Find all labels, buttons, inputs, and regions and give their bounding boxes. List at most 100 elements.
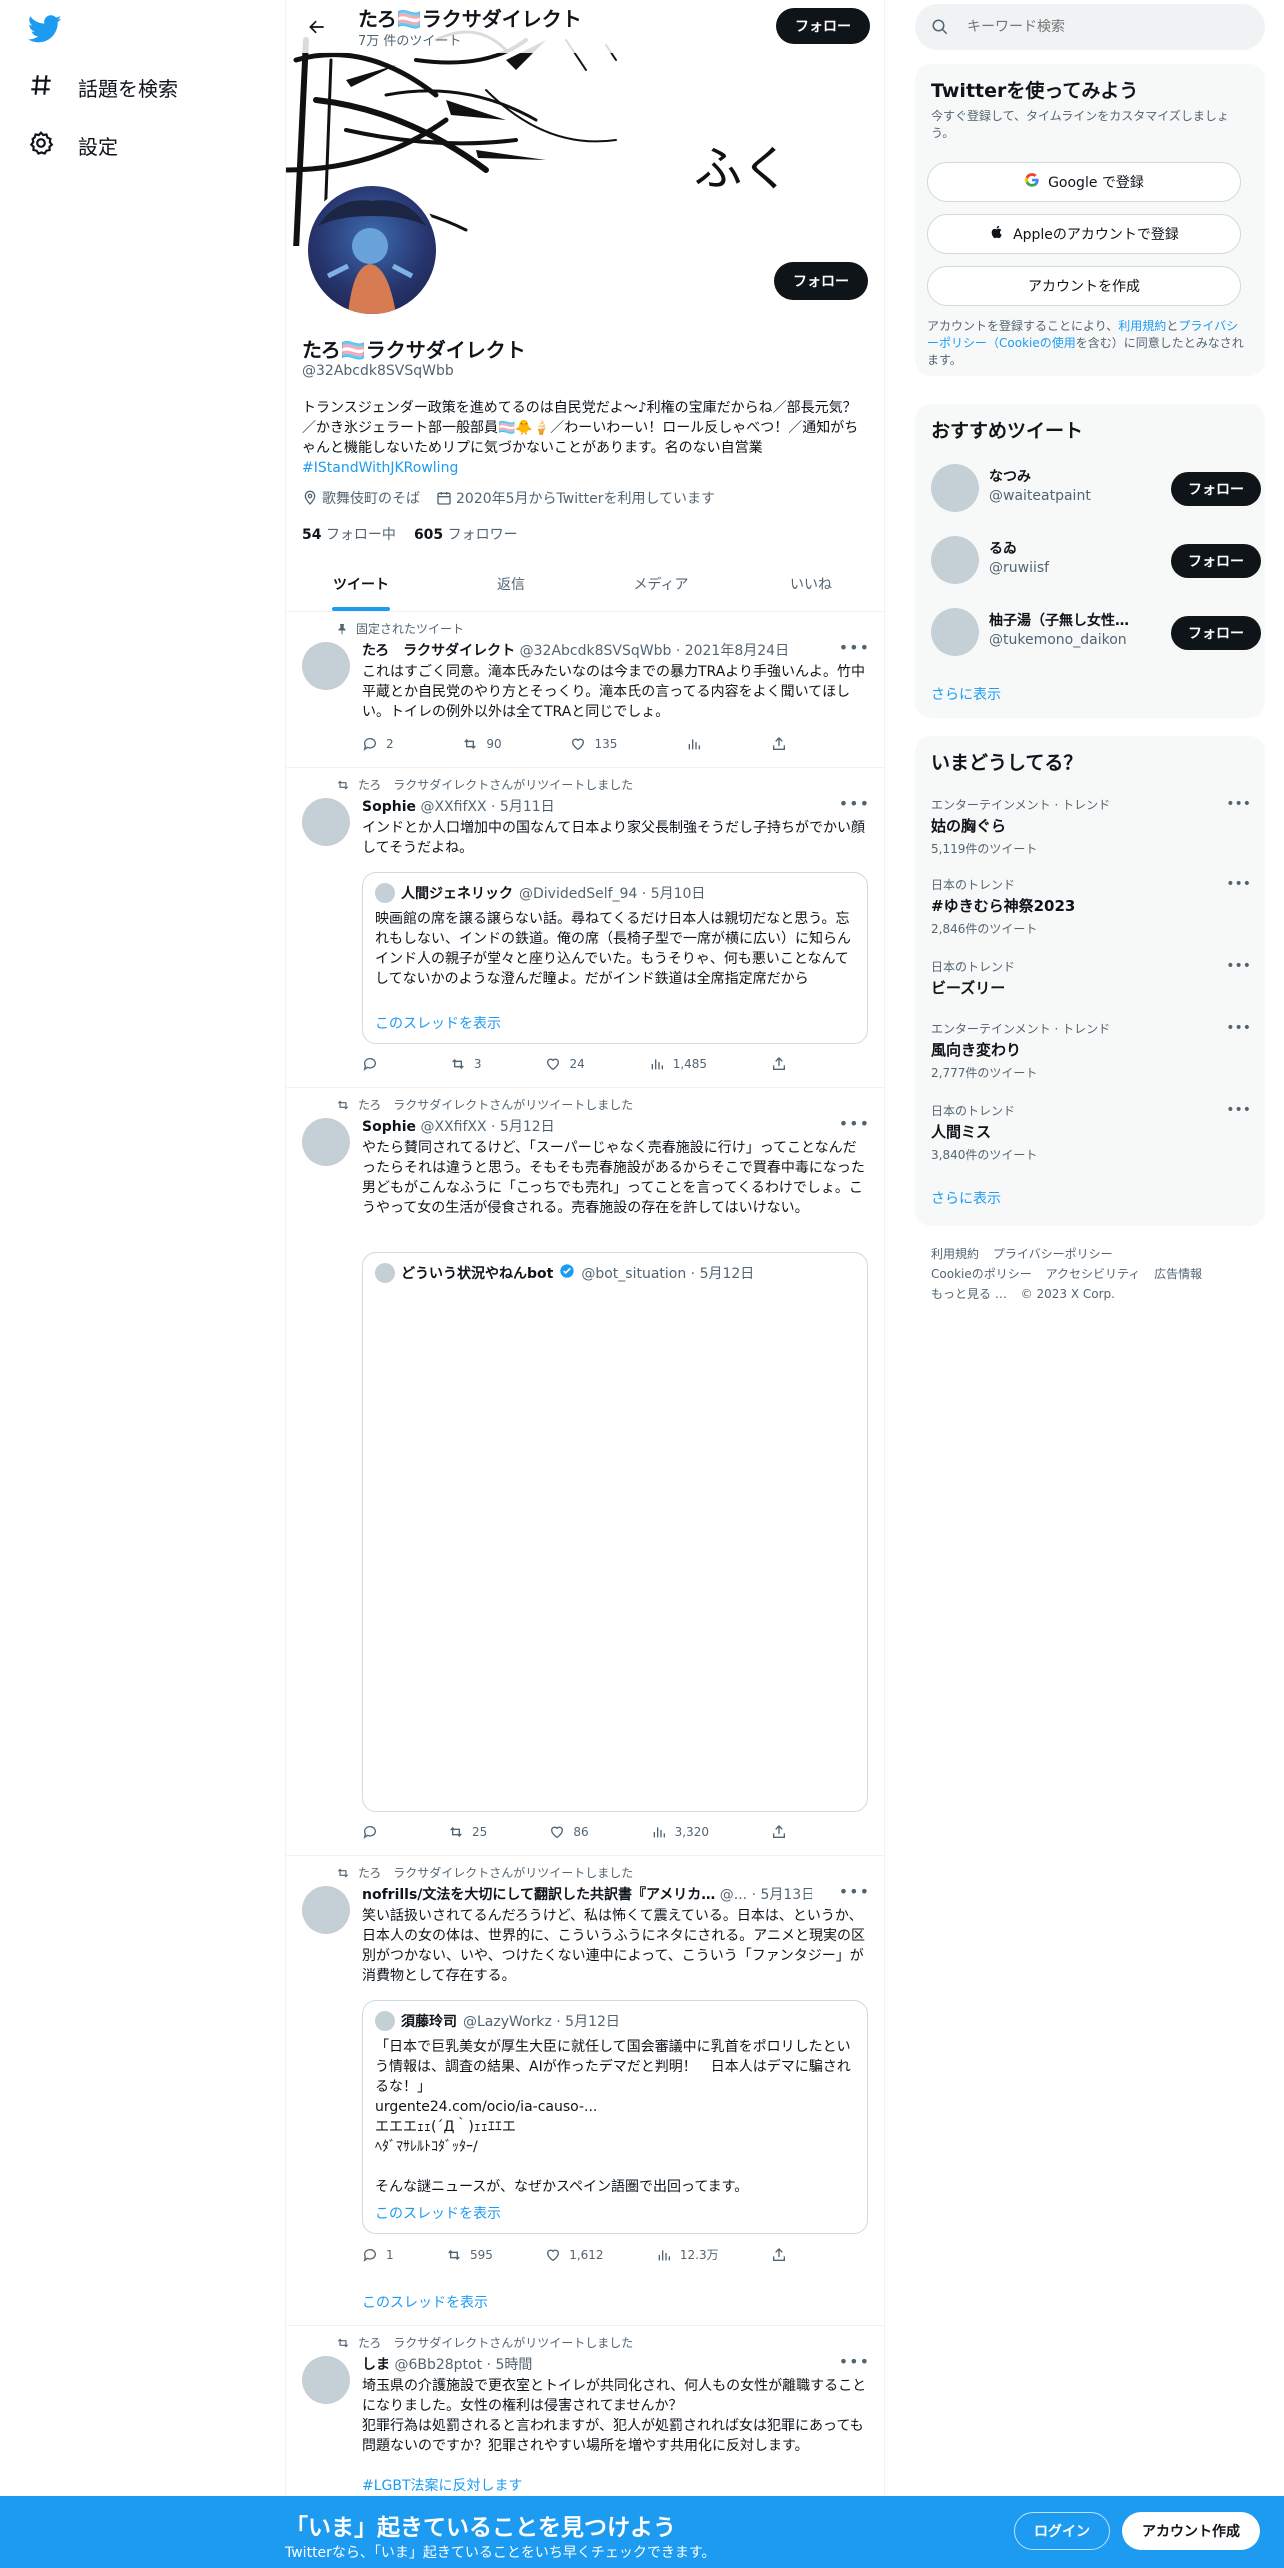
signup-button[interactable]: アカウント作成 <box>1122 2512 1260 2550</box>
quoted-show-thread-link[interactable]: このスレッドを表示 <box>375 1013 501 1033</box>
reply-button[interactable] <box>362 1824 386 1840</box>
recommended-user[interactable]: なつみ @waiteatpaint フォロー <box>931 460 1261 516</box>
recommended-avatar[interactable] <box>931 608 979 656</box>
more-options-icon[interactable]: ••• <box>839 794 870 813</box>
tweet-author-handle[interactable]: @XXfifXX <box>420 799 486 815</box>
header-follow-button[interactable]: フォロー <box>776 8 870 44</box>
like-button[interactable]: 135 <box>570 736 617 752</box>
footer-ads-link[interactable]: 広告情報 <box>1154 1267 1202 1281</box>
tweet-date[interactable]: · 2021年8月24日 <box>676 643 789 659</box>
tweet-date[interactable]: · 5月13日 <box>752 1887 812 1903</box>
tweet-avatar[interactable] <box>302 798 350 846</box>
tweet-author-name[interactable]: Sophie <box>362 799 416 815</box>
quoted-link[interactable]: urgente24.com/ocio/ia-causo-... <box>375 2097 857 2117</box>
twitter-logo-icon[interactable] <box>27 12 62 46</box>
footer-accessibility-link[interactable]: アクセシビリティ <box>1046 1267 1141 1281</box>
recommended-user[interactable]: るゐ @ruwiisf フォロー <box>931 532 1261 588</box>
recommended-follow-button[interactable]: フォロー <box>1171 544 1261 578</box>
recommended-user[interactable]: 柚子湯（子無し女性… @tukemono_daikon フォロー <box>931 604 1261 660</box>
retweet-button[interactable]: 25 <box>448 1824 487 1840</box>
search-box[interactable] <box>915 4 1265 50</box>
views-button[interactable]: 3,320 <box>651 1824 709 1840</box>
search-input[interactable] <box>967 19 1227 35</box>
bio-hashtag-link[interactable]: #IStandWithJKRowling <box>302 460 458 476</box>
tweet-author-name[interactable]: Sophie <box>362 1119 416 1135</box>
tab-replies[interactable]: 返信 <box>436 556 586 611</box>
footer-privacy-link[interactable]: プライバシーポリシー <box>993 1247 1113 1261</box>
tweet-hashtag-link[interactable]: #LGBT法案に反対します <box>362 2476 870 2496</box>
quoted-show-thread-link[interactable]: このスレッドを表示 <box>375 2203 501 2223</box>
tab-likes[interactable]: いいね <box>736 556 884 611</box>
retweet-button[interactable]: 3 <box>450 1056 482 1072</box>
recommended-name[interactable]: るゐ <box>989 538 1149 558</box>
trend-item[interactable]: 日本のトレンド ビーズリー ••• <box>931 958 1251 998</box>
profile-follow-button[interactable]: フォロー <box>774 262 868 300</box>
quoted-tweet[interactable]: 人間ジェネリック @DividedSelf_94 · 5月10日 映画館の席を譲… <box>362 872 868 1044</box>
share-button[interactable] <box>771 736 787 752</box>
views-button[interactable] <box>686 736 702 752</box>
trend-item[interactable]: エンターテインメント · トレンド 姑の胸ぐら 5,119件のツイート ••• <box>931 796 1251 857</box>
login-button[interactable]: ログイン <box>1014 2512 1110 2550</box>
more-options-icon[interactable]: ••• <box>839 638 870 657</box>
like-button[interactable]: 24 <box>545 1056 585 1072</box>
reply-button[interactable]: 2 <box>362 736 394 752</box>
recommended-avatar[interactable] <box>931 536 979 584</box>
more-options-icon[interactable]: ••• <box>839 2352 870 2371</box>
tweet-author-name[interactable]: しま <box>362 2357 390 2373</box>
tweet-author-handle[interactable]: @XXfifXX <box>420 1119 486 1135</box>
tweet-avatar[interactable] <box>302 1118 350 1166</box>
views-button[interactable]: 12.3万 <box>656 2246 719 2263</box>
tweet-author-handle[interactable]: @... <box>720 1887 747 1903</box>
more-options-icon[interactable]: ••• <box>839 1114 870 1133</box>
show-thread-link[interactable]: このスレッドを表示 <box>362 2292 488 2312</box>
tweet-author-name[interactable]: nofrills/文法を大切にして翻訳した共訳書『アメリカ… <box>362 1887 715 1903</box>
trends-show-more[interactable]: さらに表示 <box>931 1188 1001 1208</box>
share-button[interactable] <box>771 1056 787 1072</box>
share-button[interactable] <box>771 1824 787 1840</box>
tweet-avatar[interactable] <box>302 1886 350 1934</box>
nav-explore[interactable]: 話題を検索 <box>28 67 178 107</box>
tweet-avatar[interactable] <box>302 642 350 690</box>
quoted-tweet[interactable]: 須藤玲司 @LazyWorkz · 5月12日 「日本で巨乳美女が厚生大臣に就任… <box>362 2000 868 2234</box>
reply-button[interactable] <box>362 1056 386 1072</box>
trend-item[interactable]: エンターテインメント · トレンド 風向き変わり 2,777件のツイート ••• <box>931 1020 1251 1081</box>
footer-more-link[interactable]: もっと見る … <box>931 1287 1007 1301</box>
quoted-tweet[interactable]: どういう状況やねんbot @bot_situation · 5月12日 <box>362 1252 868 1812</box>
tweet-date[interactable]: · 5月11日 <box>491 799 555 815</box>
tweet-retweet-1[interactable]: たろ ラクサダイレクトさんがリツイートしました Sophie @XXfifXX … <box>286 768 884 1088</box>
tab-media[interactable]: メディア <box>586 556 736 611</box>
following-link[interactable]: 54 フォロー中 <box>302 524 396 544</box>
recommended-show-more[interactable]: さらに表示 <box>931 684 1001 704</box>
recommended-avatar[interactable] <box>931 464 979 512</box>
profile-avatar[interactable] <box>304 182 440 318</box>
tweet-date[interactable]: · 5時間 <box>487 2357 533 2373</box>
trend-item[interactable]: 日本のトレンド #ゆきむら神祭2023 2,846件のツイート ••• <box>931 876 1251 937</box>
like-button[interactable]: 1,612 <box>545 2246 604 2263</box>
recommended-follow-button[interactable]: フォロー <box>1171 472 1261 506</box>
trend-item[interactable]: 日本のトレンド 人間ミス 3,840件のツイート ••• <box>931 1102 1251 1163</box>
tweet-author-name[interactable]: たろ ラクサダイレクト <box>362 643 515 659</box>
trend-more-icon[interactable]: ••• <box>1226 1102 1251 1118</box>
share-button[interactable] <box>771 2246 787 2263</box>
trend-more-icon[interactable]: ••• <box>1226 796 1251 812</box>
recommended-name[interactable]: 柚子湯（子無し女性… <box>989 610 1149 630</box>
trend-more-icon[interactable]: ••• <box>1226 958 1251 974</box>
like-button[interactable]: 86 <box>549 1824 589 1840</box>
views-button[interactable]: 1,485 <box>649 1056 707 1072</box>
retweet-button[interactable]: 90 <box>462 736 502 752</box>
followers-link[interactable]: 605 フォロワー <box>414 524 518 544</box>
tweet-author-handle[interactable]: @32Abcdk8SVSqWbb <box>520 643 672 659</box>
tweet-date[interactable]: · 5月12日 <box>491 1119 555 1135</box>
recommended-name[interactable]: なつみ <box>989 466 1149 486</box>
tweet-author-handle[interactable]: @6Bb28ptot <box>394 2357 482 2373</box>
retweet-button[interactable]: 595 <box>446 2246 493 2263</box>
tweet-retweet-2[interactable]: たろ ラクサダイレクトさんがリツイートしました Sophie @XXfifXX … <box>286 1088 884 1856</box>
footer-terms-link[interactable]: 利用規約 <box>931 1247 979 1261</box>
trend-more-icon[interactable]: ••• <box>1226 1020 1251 1036</box>
apple-signup-button[interactable]: Appleのアカウントで登録 <box>927 214 1241 254</box>
google-signup-button[interactable]: Google で登録 <box>927 162 1241 202</box>
nav-settings[interactable]: 設定 <box>28 125 118 165</box>
tab-tweets[interactable]: ツイート <box>286 556 436 611</box>
tweet-pinned[interactable]: 固定されたツイート たろ ラクサダイレクト @32Abcdk8SVSqWbb ·… <box>286 612 884 768</box>
tweet-retweet-3[interactable]: たろ ラクサダイレクトさんがリツイートしました nofrills/文法を大切にし… <box>286 1856 884 2326</box>
